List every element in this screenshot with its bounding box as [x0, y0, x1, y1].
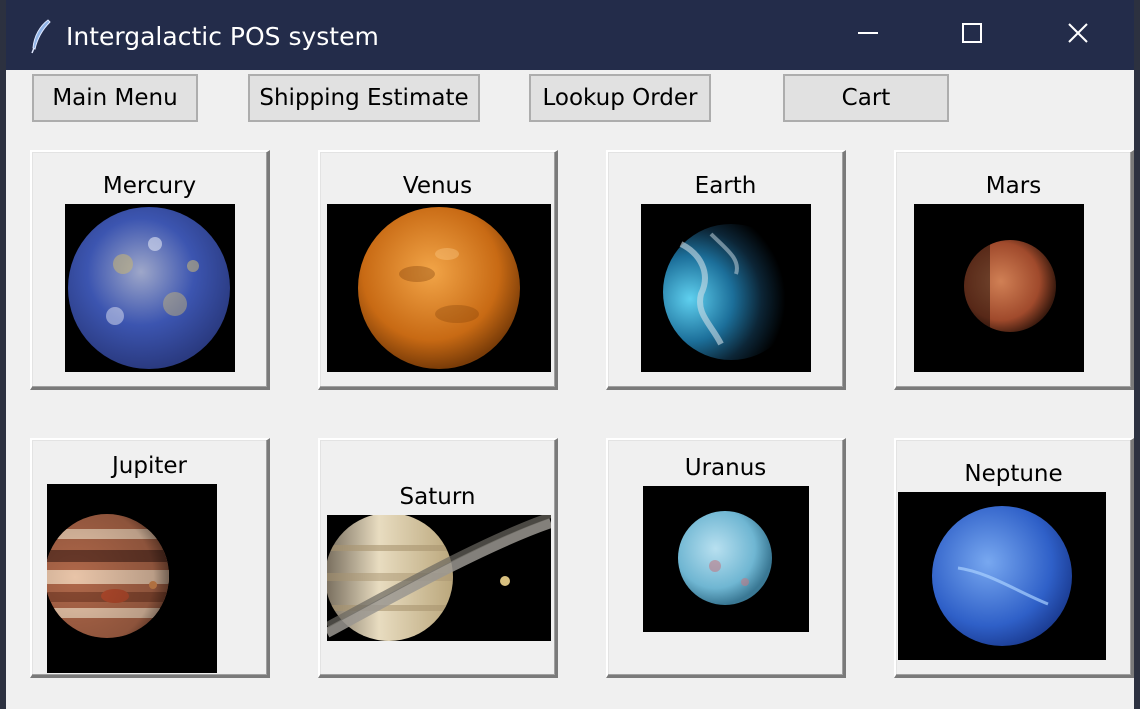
planet-card-uranus[interactable]: Uranus [606, 438, 846, 678]
planet-name: Saturn [399, 484, 476, 510]
planet-card-saturn[interactable]: Saturn [318, 438, 558, 678]
saturn-image [327, 515, 551, 641]
planet-name: Mars [985, 173, 1042, 199]
close-icon [1067, 22, 1089, 48]
window-title: Intergalactic POS system [66, 22, 379, 51]
minimize-button[interactable] [818, 0, 918, 70]
lookup-order-button[interactable]: Lookup Order [529, 74, 711, 122]
venus-image [327, 204, 551, 372]
planet-card-mars[interactable]: Mars [894, 150, 1134, 390]
planet-card-jupiter[interactable]: Jupiter [30, 438, 270, 678]
app-window: Intergalactic POS system Main Menu Shipp… [6, 0, 1134, 709]
cart-button[interactable]: Cart [783, 74, 949, 122]
mars-image [914, 204, 1084, 372]
planet-name: Mercury [102, 173, 197, 199]
planet-card-mercury[interactable]: Mercury [30, 150, 270, 390]
planet-card-neptune[interactable]: Neptune [894, 438, 1134, 678]
title-bar[interactable]: Intergalactic POS system [6, 0, 1134, 70]
uranus-image [643, 486, 809, 632]
planet-name: Neptune [964, 461, 1063, 487]
planet-card-earth[interactable]: Earth [606, 150, 846, 390]
jupiter-image [47, 484, 217, 673]
maximize-icon [961, 22, 983, 48]
shipping-estimate-button[interactable]: Shipping Estimate [248, 74, 480, 122]
earth-image [641, 204, 811, 372]
mercury-image [65, 204, 235, 372]
planet-name: Venus [402, 173, 473, 199]
neptune-image [898, 492, 1106, 660]
maximize-button[interactable] [922, 0, 1022, 70]
planet-name: Jupiter [112, 453, 187, 479]
minimize-icon [857, 22, 879, 48]
main-menu-button[interactable]: Main Menu [32, 74, 198, 122]
close-button[interactable] [1028, 0, 1128, 70]
planet-name: Earth [694, 173, 757, 199]
planet-name: Uranus [684, 455, 767, 481]
planet-card-venus[interactable]: Venus [318, 150, 558, 390]
feather-icon [28, 18, 54, 54]
